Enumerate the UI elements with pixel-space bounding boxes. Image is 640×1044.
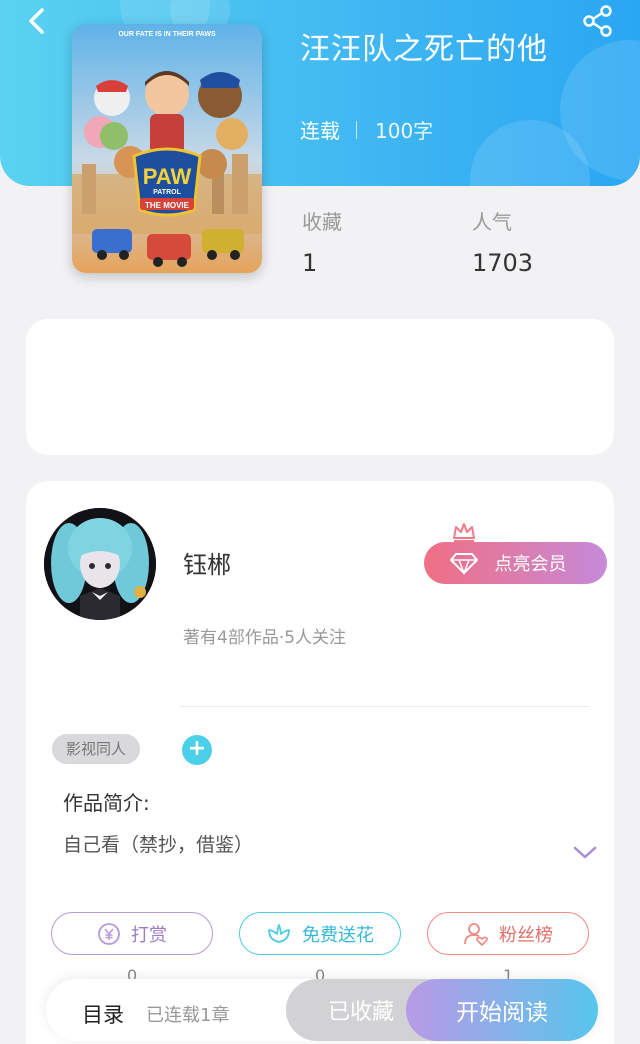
divider (180, 706, 590, 707)
user-heart-icon (463, 921, 489, 947)
book-cover[interactable]: OUR FATE IS IN THEIR PAWS PAW PATROL THE… (72, 24, 262, 273)
crown-icon (453, 523, 475, 542)
stat-favorites: 收藏 1 (302, 206, 342, 277)
cover-logo: PAW (143, 164, 192, 189)
add-tag-button[interactable]: + (182, 735, 212, 765)
member-button-label: 点亮会员 (494, 554, 567, 574)
chevron-down-icon[interactable] (572, 843, 598, 863)
intro-title: 作品简介: (63, 791, 150, 815)
intro-text: 自己看（禁抄，借鉴） (63, 834, 254, 856)
stat-favorites-label: 收藏 (302, 210, 342, 234)
genre-tag[interactable]: 影视同人 (52, 734, 141, 764)
stat-favorites-value: 1 (302, 249, 318, 277)
flower-icon (266, 922, 292, 946)
tip-label: 打赏 (131, 924, 167, 946)
chevron-left-icon (29, 8, 44, 34)
fan-ranking-button[interactable]: 粉丝榜 (427, 912, 589, 955)
cover-movie-text: THE MOVIE (145, 201, 190, 210)
back-button[interactable] (18, 2, 58, 42)
send-flower-label: 免费送花 (302, 924, 374, 946)
share-button[interactable] (578, 2, 618, 42)
book-status: 连载 (300, 119, 340, 143)
share-icon (583, 5, 612, 37)
chapter-status[interactable]: 已连载1章 (146, 1001, 229, 1027)
meta-divider (356, 120, 357, 139)
author-avatar[interactable] (44, 508, 156, 620)
cover-logo-sub: PATROL (153, 189, 181, 196)
book-title: 汪汪队之死亡的他 (300, 32, 548, 67)
table-of-contents-link[interactable]: 目录 (82, 999, 124, 1029)
yen-coin-icon (97, 922, 121, 946)
book-meta: 连载 100字 (300, 115, 433, 144)
author-subtitle: 著有4部作品·5人关注 (183, 628, 347, 648)
send-flower-button[interactable]: 免费送花 (239, 912, 401, 955)
tip-button[interactable]: 打赏 (51, 912, 213, 955)
diamond-icon (450, 553, 478, 575)
stat-popularity-value: 1703 (472, 249, 534, 277)
book-word-count: 100字 (375, 119, 434, 143)
author-name[interactable]: 钰郴 (183, 545, 231, 580)
start-reading-button[interactable]: 开始阅读 (406, 979, 598, 1041)
stat-popularity: 人气 1703 (472, 206, 533, 277)
activate-membership-button[interactable]: 点亮会员 (424, 542, 607, 584)
fan-ranking-label: 粉丝榜 (499, 924, 553, 946)
blank-card (26, 319, 614, 455)
stat-popularity-label: 人气 (472, 210, 512, 234)
cover-tagline: OUR FATE IS IN THEIR PAWS (118, 31, 216, 38)
